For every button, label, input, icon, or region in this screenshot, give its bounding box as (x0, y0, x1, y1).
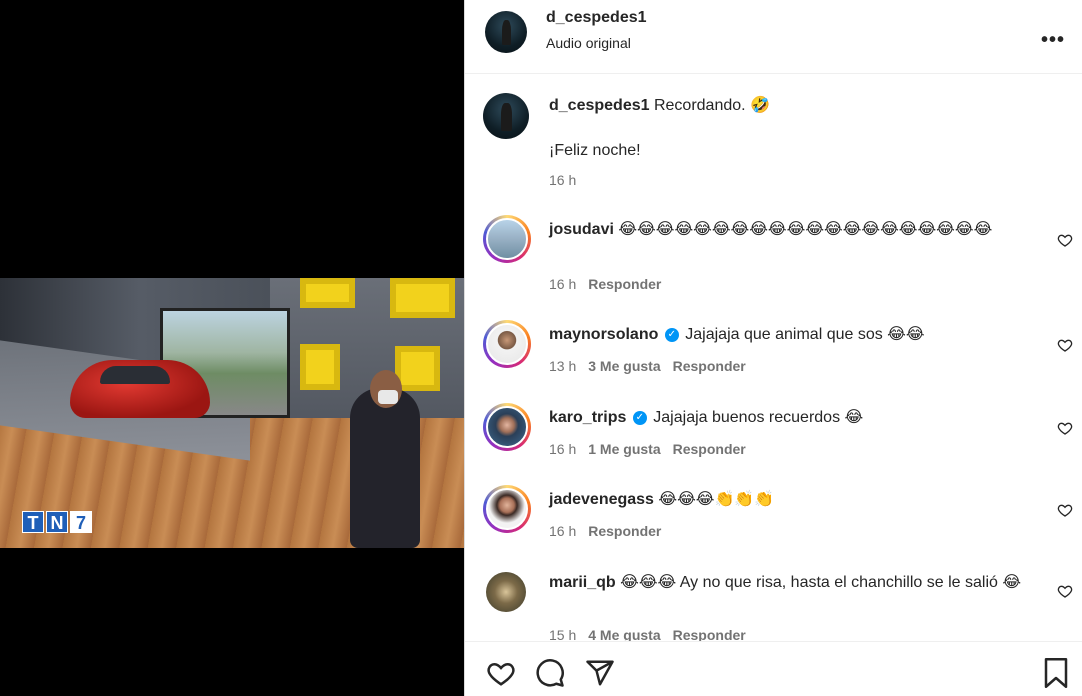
bookmark-icon[interactable] (1043, 658, 1069, 688)
comment-username[interactable]: josudavi (549, 221, 614, 238)
caption-text: Recordando. 🤣 (653, 97, 770, 114)
verified-badge-icon: ✓ (632, 410, 647, 425)
heart-icon[interactable] (485, 658, 517, 688)
heart-icon[interactable] (1057, 337, 1073, 353)
commenter-avatar[interactable] (483, 320, 531, 368)
comment-username[interactable]: marii_qb (549, 574, 616, 591)
presenter-body (350, 388, 420, 548)
reply-button[interactable]: Responder (588, 523, 661, 539)
logo-letter: T (22, 511, 44, 533)
author-avatar[interactable] (485, 11, 527, 53)
yellow-panel (395, 346, 440, 391)
presenter-mask (378, 390, 398, 404)
heart-icon[interactable] (1057, 502, 1073, 518)
likes-count[interactable]: 4 Me gusta (588, 627, 660, 641)
audio-label[interactable]: Audio original (546, 35, 631, 51)
logo-letter: N (46, 511, 68, 533)
likes-count[interactable]: 3 Me gusta (588, 358, 660, 374)
heart-icon[interactable] (1057, 420, 1073, 436)
more-options-icon[interactable]: ••• (1041, 30, 1065, 50)
comment-username[interactable]: maynorsolano (549, 326, 658, 343)
comment-username[interactable]: jadevenegass (549, 491, 654, 508)
reply-button[interactable]: Responder (673, 627, 746, 641)
yellow-panel (300, 344, 340, 390)
red-car (70, 360, 210, 418)
comment-time: 15 h (549, 627, 577, 641)
yellow-panel (300, 278, 355, 308)
logo-letter: 7 (70, 511, 92, 533)
tn7-logo: T N 7 (22, 511, 92, 533)
action-bar (465, 641, 1082, 696)
comment-time: 16 h (549, 276, 577, 292)
comment-text: 😂😂😂😂😂😂😂😂😂😂😂😂😂😂😂😂😂😂😂😂 (618, 221, 993, 238)
comment-time: 16 h (549, 523, 577, 539)
post-panel: d_cespedes1 Audio original ••• d_cespede… (464, 0, 1082, 696)
heart-icon[interactable] (1057, 583, 1073, 599)
comment-time: 13 h (549, 358, 577, 374)
comments-list[interactable]: d_cespedes1 Recordando. 🤣 ¡Feliz noche! … (465, 75, 1082, 641)
author-avatar[interactable] (483, 93, 529, 139)
video-frame[interactable]: T N 7 (0, 278, 464, 548)
author-username[interactable]: d_cespedes1 (546, 9, 647, 27)
likes-count[interactable]: 1 Me gusta (588, 441, 660, 457)
commenter-avatar[interactable] (486, 572, 526, 612)
verified-badge-icon: ✓ (664, 327, 679, 342)
comment-text: Jajajaja que animal que sos 😂😂 (685, 326, 925, 343)
comment-text: Jajajaja buenos recuerdos 😂 (653, 409, 864, 426)
caption-text-2: ¡Feliz noche! (549, 142, 641, 159)
comment-text: 😂😂😂 Ay no que risa, hasta el chanchillo … (620, 574, 1022, 591)
commenter-avatar[interactable] (483, 215, 531, 263)
post-header: d_cespedes1 Audio original ••• (465, 0, 1082, 74)
reply-button[interactable]: Responder (673, 358, 746, 374)
comment-username[interactable]: karo_trips (549, 409, 626, 426)
video-player[interactable]: T N 7 (0, 0, 464, 696)
comment-icon[interactable] (535, 658, 565, 688)
heart-icon[interactable] (1057, 232, 1073, 248)
comment-time: 16 h (549, 441, 577, 457)
send-icon[interactable] (585, 658, 615, 688)
commenter-avatar[interactable] (483, 403, 531, 451)
comment-text: 😂😂😂👏👏👏 (658, 491, 775, 508)
yellow-panel (390, 278, 455, 318)
caption-time: 16 h (549, 172, 577, 188)
reply-button[interactable]: Responder (673, 441, 746, 457)
commenter-avatar[interactable] (483, 485, 531, 533)
reply-button[interactable]: Responder (588, 276, 661, 292)
caption-username[interactable]: d_cespedes1 (549, 97, 650, 114)
